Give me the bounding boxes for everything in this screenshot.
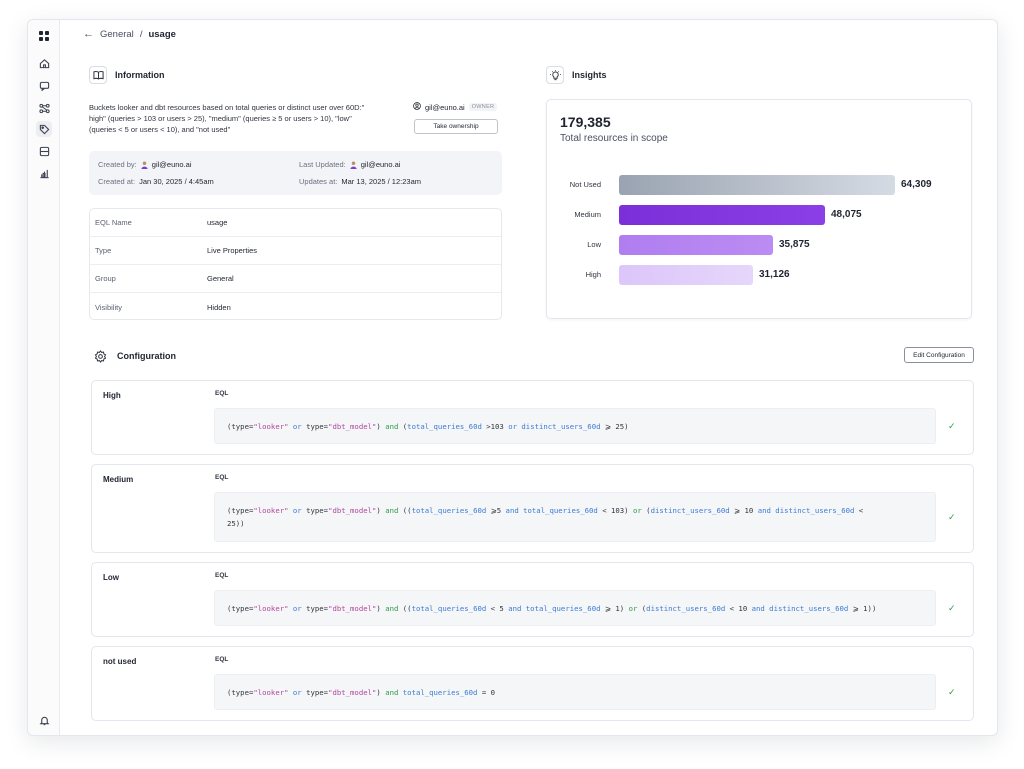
breadcrumb: ← General / usage xyxy=(83,28,176,40)
insights-header: Insights xyxy=(546,66,607,84)
bar-value: 64,309 xyxy=(901,179,932,190)
table-row: Visibility Hidden xyxy=(90,293,501,321)
bar-value: 35,875 xyxy=(779,239,810,250)
created-by: Created by: gil@euno.ai xyxy=(98,160,192,169)
total-count: 179,385 xyxy=(560,114,611,130)
configuration-header: Configuration xyxy=(91,347,176,365)
created-at-label: Created at: xyxy=(98,177,136,186)
check-icon: ✓ xyxy=(948,512,956,522)
breadcrumb-parent[interactable]: General xyxy=(100,29,134,40)
configuration-title: Configuration xyxy=(117,351,176,361)
bar-label: Not Used xyxy=(569,180,601,189)
bar-row: Low 35,875 xyxy=(547,235,971,255)
bar-row: Medium 48,075 xyxy=(547,205,971,225)
owner-badge: OWNER xyxy=(468,103,498,111)
check-icon: ✓ xyxy=(948,687,956,697)
eql-expression[interactable]: (type="looker" or type="dbt_model") and … xyxy=(214,590,936,626)
total-label: Total resources in scope xyxy=(560,133,668,144)
icon-rail xyxy=(28,20,60,735)
lightbulb-icon xyxy=(546,66,564,84)
insights-panel: 179,385 Total resources in scope Not Use… xyxy=(546,99,972,319)
property-value: usage xyxy=(207,218,228,227)
breadcrumb-separator: / xyxy=(139,28,143,40)
rule-card-not-used: not used EQL (type="looker" or type="dbt… xyxy=(91,646,974,721)
table-row: Group General xyxy=(90,265,501,293)
home-icon[interactable] xyxy=(36,55,52,71)
table-row: EQL Name usage xyxy=(90,209,501,237)
eql-label: EQL xyxy=(215,572,229,579)
graph-icon[interactable] xyxy=(36,100,52,116)
bell-icon[interactable] xyxy=(36,712,52,728)
tag-icon[interactable] xyxy=(36,121,52,137)
rule-name: High xyxy=(103,391,121,400)
eql-label: EQL xyxy=(215,474,229,481)
property-key: Type xyxy=(95,246,112,255)
last-updated-label: Last Updated: xyxy=(299,160,346,169)
check-icon: ✓ xyxy=(948,603,956,613)
rule-card-medium: Medium EQL (type="looker" or type="dbt_m… xyxy=(91,464,974,553)
owner-info: gil@euno.ai OWNER xyxy=(413,102,498,112)
property-value: Live Properties xyxy=(207,246,258,255)
breadcrumb-current: usage xyxy=(148,28,176,40)
bar[interactable] xyxy=(619,265,753,285)
created-by-label: Created by: xyxy=(98,160,137,169)
created-at: Created at: Jan 30, 2025 / 4:45am xyxy=(98,177,214,186)
bar-label: Medium xyxy=(574,210,601,219)
database-icon[interactable] xyxy=(36,143,52,159)
eql-label: EQL xyxy=(215,656,229,663)
bar-row: Not Used 64,309 xyxy=(547,175,971,195)
property-value: General xyxy=(207,274,234,283)
property-value: Hidden xyxy=(207,302,231,312)
description-text: Buckets looker and dbt resources based o… xyxy=(89,103,365,134)
edit-configuration-button[interactable]: Edit Configuration xyxy=(904,347,974,363)
eql-expression[interactable]: (type="looker" or type="dbt_model") and … xyxy=(214,408,936,444)
bar[interactable] xyxy=(619,175,895,195)
bar-value: 31,126 xyxy=(759,269,790,280)
rule-card-low: Low EQL (type="looker" or type="dbt_mode… xyxy=(91,562,974,637)
updates-at-value: Mar 13, 2025 / 12:23am xyxy=(341,177,421,186)
user-avatar-icon xyxy=(350,161,357,169)
rule-name: Low xyxy=(103,573,119,582)
owner-email: gil@euno.ai xyxy=(425,102,465,112)
rule-name: not used xyxy=(103,657,137,666)
app-window: ← General / usage Information Buckets lo… xyxy=(27,19,998,736)
user-circle-icon xyxy=(413,102,421,112)
updates-at: Updates at: Mar 13, 2025 / 12:23am xyxy=(299,177,421,186)
bar-value: 48,075 xyxy=(831,209,862,220)
back-arrow-icon[interactable]: ← xyxy=(83,28,94,40)
information-title: Information xyxy=(115,70,165,80)
user-avatar-icon xyxy=(141,161,148,169)
information-header: Information xyxy=(89,66,165,84)
eql-expression[interactable]: (type="looker" or type="dbt_model") and … xyxy=(214,674,936,710)
created-at-value: Jan 30, 2025 / 4:45am xyxy=(139,177,214,186)
bar[interactable] xyxy=(619,235,773,255)
last-updated-value: gil@euno.ai xyxy=(360,160,401,169)
insights-title: Insights xyxy=(572,70,607,80)
property-key: Group xyxy=(95,274,116,283)
book-icon xyxy=(89,66,107,84)
chart-icon[interactable] xyxy=(36,165,52,181)
chat-icon[interactable] xyxy=(36,78,52,94)
apps-icon[interactable] xyxy=(36,28,52,44)
created-by-value: gil@euno.ai xyxy=(151,160,192,169)
rule-name: Medium xyxy=(103,475,134,484)
property-key: EQL Name xyxy=(95,218,132,227)
rule-card-high: High EQL (type="looker" or type="dbt_mod… xyxy=(91,380,974,455)
last-updated: Last Updated: gil@euno.ai xyxy=(299,160,400,169)
bar-row: High 31,126 xyxy=(547,265,971,285)
bar-label: High xyxy=(585,270,601,279)
table-row: Type Live Properties xyxy=(90,237,501,265)
updates-at-label: Updates at: xyxy=(299,177,338,186)
eql-label: EQL xyxy=(215,390,229,397)
bar[interactable] xyxy=(619,205,825,225)
metadata-panel: Created by: gil@euno.ai Created at: Jan … xyxy=(89,151,502,195)
take-ownership-button[interactable]: Take ownership xyxy=(414,119,498,134)
properties-table: EQL Name usage Type Live Properties Grou… xyxy=(89,208,502,320)
gear-icon xyxy=(91,347,109,365)
check-icon: ✓ xyxy=(948,421,956,431)
bar-label: Low xyxy=(587,240,601,249)
property-key: Visibility xyxy=(95,302,122,312)
eql-expression[interactable]: (type="looker" or type="dbt_model") and … xyxy=(214,492,936,542)
